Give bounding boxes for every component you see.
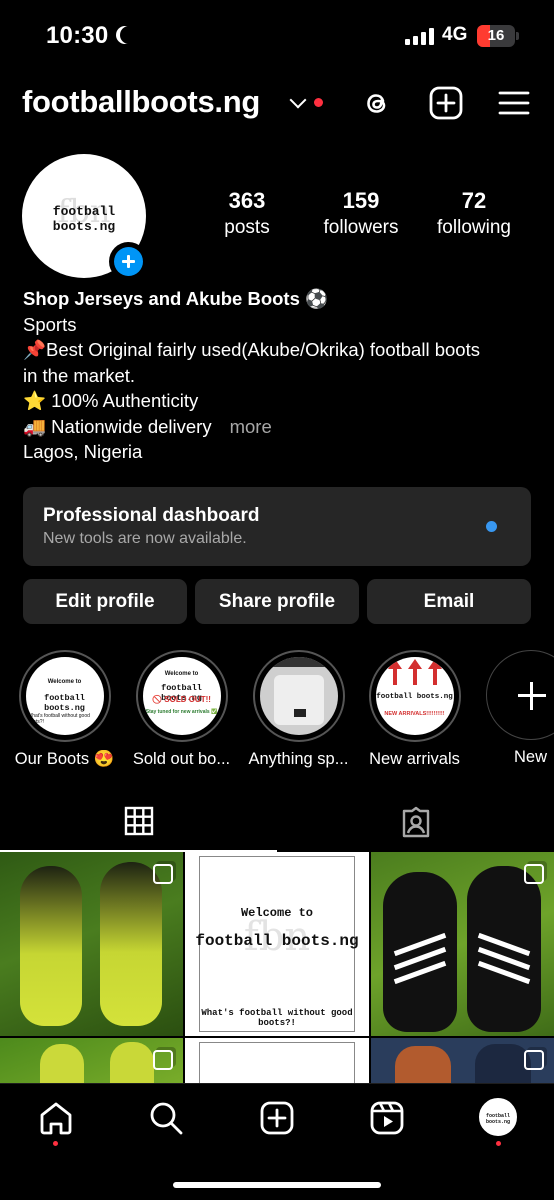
new-highlight-plus-icon: [486, 650, 554, 740]
post-tile[interactable]: [185, 1038, 369, 1084]
post-tile[interactable]: [371, 852, 554, 1036]
account-switcher-username[interactable]: footballboots.ng: [22, 84, 260, 120]
carousel-icon: [153, 864, 173, 884]
highlight-badge: NEW ARRIVALS!!!!!!!!!!: [384, 711, 445, 717]
edit-profile-button[interactable]: Edit profile: [23, 579, 187, 624]
plus-icon: [114, 247, 143, 276]
professional-dashboard-card[interactable]: Professional dashboard New tools are now…: [23, 487, 531, 566]
bio-line-3-row: 🚚 Nationwide delivery more: [23, 414, 533, 440]
threads-icon[interactable]: [360, 86, 394, 120]
highlight-footer: What's football without good boots?!: [27, 713, 90, 725]
highlight-our-boots[interactable]: Welcome to football boots.ng What's foot…: [7, 650, 122, 769]
carousel-icon: [153, 1050, 173, 1070]
battery-nub: [516, 32, 519, 40]
profile-display-name: Shop Jerseys and Akube Boots ⚽️: [23, 288, 329, 309]
highlight-cover: Welcome to football boots.ng 🚫 SOLD OUT!…: [135, 650, 228, 742]
do-not-disturb-icon: [120, 26, 138, 44]
home-icon[interactable]: [38, 1100, 74, 1136]
bio-more-link[interactable]: more: [230, 416, 272, 437]
highlight-sold-out[interactable]: Welcome to football boots.ng 🚫 SOLD OUT!…: [124, 650, 239, 769]
notification-dot: [314, 98, 323, 107]
battery-percent: 16: [487, 27, 505, 44]
search-icon[interactable]: [148, 1100, 184, 1136]
carousel-icon: [524, 1050, 544, 1070]
profile-bio: Shop Jerseys and Akube Boots ⚽️ Sports 📌…: [23, 286, 533, 465]
highlight-new-arrivals[interactable]: football boots.ng NEW ARRIVALS!!!!!!!!!!…: [357, 650, 472, 769]
profile-header: footballboots.ng: [0, 80, 554, 128]
highlight-heading: Welcome to: [164, 671, 199, 677]
stat-following[interactable]: 72 following: [428, 188, 520, 239]
battery-icon: 16: [477, 25, 515, 47]
highlight-heading: Welcome to: [47, 679, 82, 685]
dashboard-new-indicator: [486, 521, 497, 532]
highlight-title: football boots.ng: [376, 693, 453, 701]
post-title-text: football boots.ng: [195, 932, 359, 950]
highlight-title: football boots.ng: [44, 693, 85, 713]
post-tile[interactable]: [0, 1038, 183, 1084]
stat-following-value: 72: [461, 188, 487, 213]
profile-location: Lagos, Nigeria: [23, 441, 143, 462]
reels-icon[interactable]: [369, 1100, 405, 1136]
post-tile[interactable]: [371, 1038, 554, 1084]
stat-following-label: following: [437, 217, 511, 238]
stat-followers-value: 159: [342, 188, 380, 213]
posts-grid: Welcome to fbn football boots.ng What's …: [0, 852, 554, 1084]
home-indicator: [173, 1182, 381, 1188]
highlight-label: Sold out bo...: [132, 750, 231, 768]
stat-posts[interactable]: 363 posts: [205, 188, 289, 239]
email-button[interactable]: Email: [367, 579, 531, 624]
stat-posts-value: 363: [228, 188, 266, 213]
stat-followers-label: followers: [323, 217, 399, 238]
highlight-label: Anything sp...: [248, 750, 349, 768]
highlight-label: New: [514, 748, 548, 766]
post-tile[interactable]: Welcome to fbn football boots.ng What's …: [185, 852, 369, 1036]
add-story-button[interactable]: [109, 242, 148, 281]
status-time: 10:30: [46, 22, 109, 49]
highlight-new[interactable]: New: [486, 650, 554, 767]
menu-icon[interactable]: [497, 86, 531, 120]
highlight-badge: 🚫 SOLD OUT!!: [152, 695, 211, 704]
highlight-cover: football boots.ng NEW ARRIVALS!!!!!!!!!!: [368, 650, 461, 742]
jersey-image: [273, 675, 324, 725]
share-profile-button[interactable]: Share profile: [195, 579, 359, 624]
dashboard-title: Professional dashboard: [43, 505, 260, 526]
highlight-footer: Stay tuned for new arrivals ✅: [145, 709, 218, 715]
highlight-cover: [252, 650, 345, 742]
profile-tab-avatar-text: football boots.ng: [485, 1113, 510, 1125]
boot-image-right: [100, 862, 162, 1026]
adidas-logo: [293, 709, 306, 717]
avatar-logo-text: football boots.ng: [52, 204, 116, 234]
status-bar: 10:30 4G 16: [0, 0, 554, 74]
home-notification-dot: [53, 1141, 58, 1146]
highlight-anything[interactable]: Anything sp...: [241, 650, 356, 769]
boot-image-right: [467, 866, 541, 1032]
highlight-label: New arrivals: [369, 750, 460, 768]
stat-followers[interactable]: 159 followers: [316, 188, 406, 239]
new-post-icon[interactable]: [259, 1100, 295, 1136]
boot-image-left: [20, 866, 82, 1026]
carousel-icon: [524, 864, 544, 884]
grid-icon[interactable]: [124, 806, 154, 836]
highlight-image-banner: [259, 657, 338, 667]
profile-category: Sports: [23, 313, 77, 335]
bio-line-2: ⭐️ 100% Authenticity: [23, 390, 199, 411]
post-footer-text: What's football without good boots?!: [201, 1008, 353, 1028]
profile-notification-dot: [496, 1141, 501, 1146]
dashboard-subtitle: New tools are now available.: [43, 530, 247, 547]
arrows-up-icon: [387, 659, 442, 685]
post-tile[interactable]: [0, 852, 183, 1036]
tagged-icon[interactable]: [399, 805, 433, 839]
bio-line-1: 📌Best Original fairly used(Akube/Okrika)…: [23, 339, 480, 386]
profile-tab-avatar[interactable]: football boots.ng: [479, 1098, 517, 1136]
create-post-icon[interactable]: [429, 86, 463, 120]
stat-posts-label: posts: [224, 217, 270, 238]
highlight-cover: Welcome to football boots.ng What's foot…: [18, 650, 111, 742]
boot-image-left: [383, 872, 457, 1032]
bio-line-3: 🚚 Nationwide delivery: [23, 415, 212, 437]
profile-tabs: [0, 796, 554, 852]
chevron-down-icon[interactable]: [289, 91, 307, 109]
cellular-signal-icon: [405, 28, 435, 45]
highlight-label: Our Boots 😍: [14, 750, 115, 768]
network-type: 4G: [442, 24, 468, 45]
